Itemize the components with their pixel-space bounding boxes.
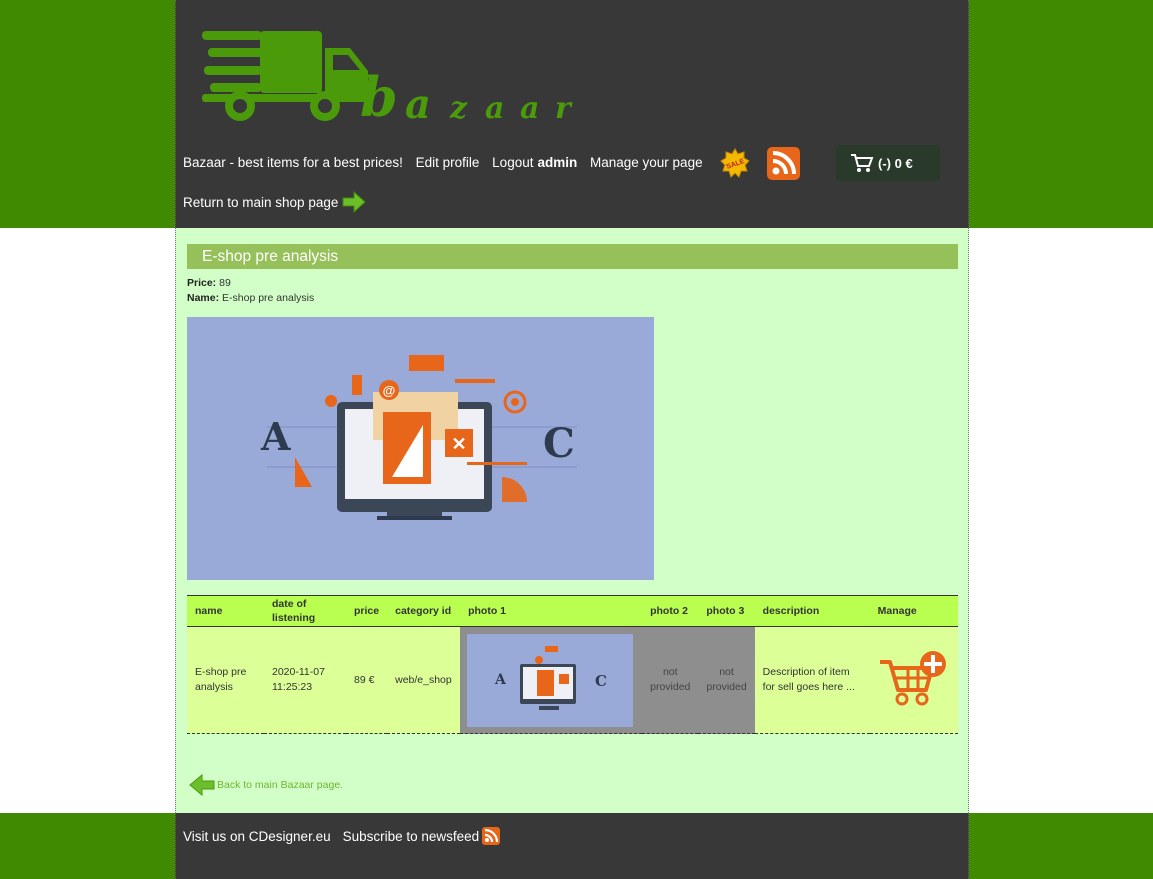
footer-links: Visit us on CDesigner.eu Subscribe to ne… [183,827,501,845]
header-photo1: photo 1 [460,595,643,627]
cell-date: 2020-11-07 11:25:23 [264,626,346,734]
back-label: Back to main Bazaar page. [217,779,344,791]
logout-username: admin [537,155,578,170]
svg-text:a: a [520,91,539,126]
header-category: category id [387,595,461,627]
rss-icon[interactable] [767,147,800,185]
cell-photo1: A C [460,626,643,734]
nav-logout-link[interactable]: Logout admin [492,155,577,170]
cart-summary-button[interactable]: (-) 0 € [836,145,940,181]
svg-text:r: r [555,91,573,126]
cell-name: E-shop pre analysis [187,626,264,734]
price-label: Price: [187,277,217,289]
table-row: E-shop pre analysis 2020-11-07 11:25:23 … [187,626,958,734]
product-info: Price: 89 Name: E-shop pre analysis [187,276,314,306]
table-header-row: name date of listening price category id… [187,595,958,627]
svg-text:z: z [449,91,468,126]
site-footer [175,813,969,879]
logout-label: Logout [492,155,534,170]
cell-description: Description of item for sell goes here .… [754,626,870,734]
svg-text:A: A [494,672,507,688]
svg-text:@: @ [383,383,396,398]
header-date: date of listening [264,595,346,627]
svg-text:b: b [360,65,398,126]
nav-manage-page-link[interactable]: Manage your page [590,155,703,170]
cell-price: 89 € [346,626,388,734]
return-main-shop-link[interactable]: Return to main shop page [183,190,367,214]
name-label: Name: [187,292,220,304]
photo1-thumbnail[interactable]: A C [467,633,634,727]
svg-text:a: a [485,91,504,126]
header-description: description [754,595,870,627]
svg-text:C: C [543,420,575,467]
header-photo3: photo 3 [698,595,755,627]
sale-icon[interactable]: SALE [720,148,750,183]
shopping-cart-icon [851,154,874,172]
cell-photo3: not provided [698,626,755,734]
header-manage: Manage [869,595,958,627]
bazaar-logo[interactable]: b a z a a r [200,26,590,131]
header-photo2: photo 2 [642,595,699,627]
cell-photo2: not provided [642,626,699,734]
header-name: name [187,595,264,627]
items-table: name date of listening price category id… [187,595,958,734]
add-to-cart-icon[interactable] [878,650,948,706]
arrow-left-icon [189,773,215,797]
svg-text:a: a [405,81,431,126]
cell-category: web/e_shop [387,626,461,734]
return-label: Return to main shop page [183,194,339,210]
svg-text:A: A [260,414,291,459]
cart-total: (-) 0 € [878,155,913,171]
name-value: E-shop pre analysis [222,292,315,304]
price-value: 89 [219,277,231,289]
arrow-right-icon [342,190,367,214]
main-nav: Bazaar - best items for a best prices! E… [183,155,712,170]
back-to-main-link[interactable]: Back to main Bazaar page. [189,772,343,798]
page-title: E-shop pre analysis [187,244,958,269]
nav-edit-profile-link[interactable]: Edit profile [416,155,480,170]
product-image: A C ✕ @ [187,317,654,580]
svg-text:✕: ✕ [451,434,466,454]
footer-subscribe-link[interactable]: Subscribe to newsfeed [343,829,480,844]
header-price: price [346,595,388,627]
cell-manage [869,626,958,734]
nav-tagline-link[interactable]: Bazaar - best items for a best prices! [183,155,403,170]
rss-icon-small[interactable] [482,827,501,845]
footer-visit-link[interactable]: Visit us on CDesigner.eu [183,829,331,844]
svg-text:C: C [595,672,607,690]
